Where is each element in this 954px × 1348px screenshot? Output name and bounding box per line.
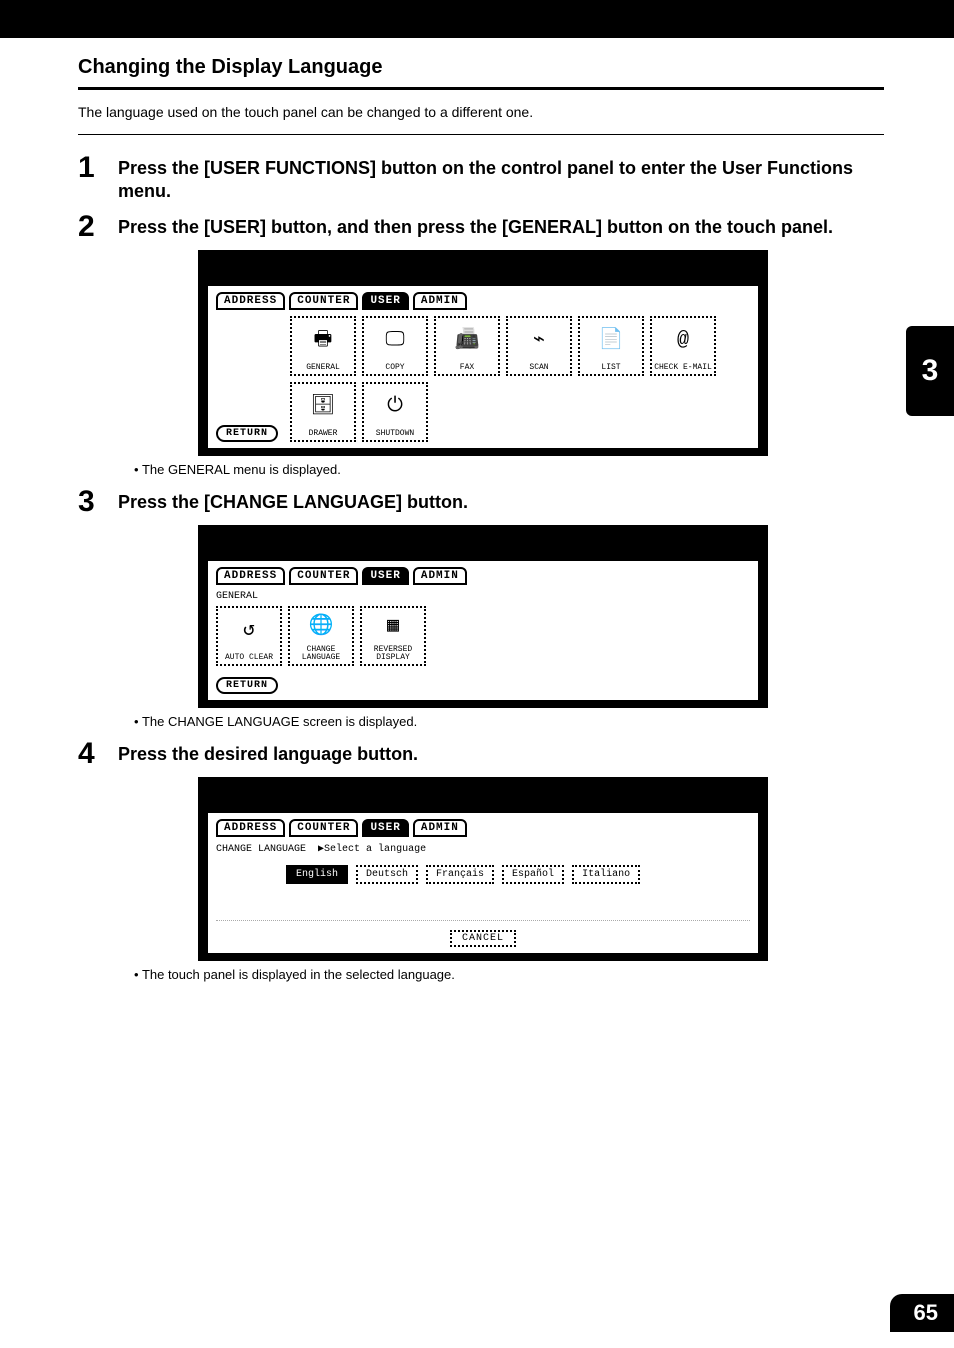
icon-label: AUTO CLEAR [225, 654, 273, 662]
tab-counter[interactable]: COUNTER [289, 567, 358, 585]
tab-row: ADDRESS COUNTER USER ADMIN [216, 567, 750, 585]
icon-label: CHECK E-MAIL [654, 364, 712, 372]
step-number: 3 [78, 487, 118, 517]
step-4: 4 Press the desired language button. [78, 739, 884, 769]
icon-label: LIST [601, 364, 620, 372]
tab-address[interactable]: ADDRESS [216, 567, 285, 585]
reversed-icon: ▦ [387, 608, 399, 646]
step-number: 1 [78, 153, 118, 204]
return-button[interactable]: RETURN [216, 677, 278, 694]
step-3: 3 Press the [CHANGE LANGUAGE] button. [78, 487, 884, 517]
step-number: 4 [78, 739, 118, 769]
screenshot-language-select: ADDRESS COUNTER USER ADMIN CHANGE LANGUA… [198, 777, 884, 961]
return-button[interactable]: RETURN [216, 425, 278, 442]
lang-espanol[interactable]: Español [502, 865, 564, 884]
step-text: Press the [CHANGE LANGUAGE] button. [118, 487, 884, 517]
screenshot-general-menu: ADDRESS COUNTER USER ADMIN GENERAL ↺ AUT… [198, 525, 884, 708]
note-selected-language: The touch panel is displayed in the sele… [134, 967, 884, 982]
tab-user[interactable]: USER [362, 567, 408, 585]
copy-button[interactable]: 🖵 COPY [362, 316, 428, 376]
step-text: Press the [USER FUNCTIONS] button on the… [118, 153, 884, 204]
tab-address[interactable]: ADDRESS [216, 292, 285, 310]
tab-address[interactable]: ADDRESS [216, 819, 285, 837]
tab-admin[interactable]: ADMIN [413, 819, 467, 837]
copy-icon: 🖵 [385, 318, 404, 364]
language-options: English Deutsch Français Español Italian… [286, 865, 750, 884]
auto-clear-icon: ↺ [243, 608, 255, 654]
intro-text: The language used on the touch panel can… [78, 104, 884, 120]
breadcrumb: GENERAL [216, 591, 750, 602]
note-change-language-screen: The CHANGE LANGUAGE screen is displayed. [134, 714, 884, 729]
general-icon: 🖶 [314, 318, 333, 364]
list-button[interactable]: 📄 LIST [578, 316, 644, 376]
step-text: Press the [USER] button, and then press … [118, 212, 884, 242]
cancel-button[interactable]: CANCEL [450, 930, 516, 947]
drawer-button[interactable]: 🗄 DRAWER [290, 382, 356, 442]
icon-label: DRAWER [309, 430, 338, 438]
top-black-bar [0, 0, 954, 38]
list-icon: 📄 [599, 318, 624, 364]
fax-icon: 📠 [455, 318, 480, 364]
tab-admin[interactable]: ADMIN [413, 292, 467, 310]
tab-user[interactable]: USER [362, 819, 408, 837]
breadcrumb: CHANGE LANGUAGE [216, 844, 306, 855]
icon-label: COPY [385, 364, 404, 372]
note-general-menu: The GENERAL menu is displayed. [134, 462, 884, 477]
lang-english[interactable]: English [286, 865, 348, 884]
scan-button[interactable]: ⌁ SCAN [506, 316, 572, 376]
divider-thin [78, 134, 884, 135]
change-language-button[interactable]: 🌐 CHANGE LANGUAGE [288, 606, 354, 666]
tab-user[interactable]: USER [362, 292, 408, 310]
shutdown-icon: ⏻ [387, 384, 403, 430]
lang-francais[interactable]: Français [426, 865, 494, 884]
fax-button[interactable]: 📠 FAX [434, 316, 500, 376]
tab-counter[interactable]: COUNTER [289, 292, 358, 310]
step-1: 1 Press the [USER FUNCTIONS] button on t… [78, 153, 884, 204]
tab-admin[interactable]: ADMIN [413, 567, 467, 585]
tab-counter[interactable]: COUNTER [289, 819, 358, 837]
scan-icon: ⌁ [533, 318, 545, 364]
icon-label: FAX [460, 364, 474, 372]
section-title: Changing the Display Language [78, 56, 884, 79]
page-number: 65 [890, 1294, 954, 1332]
tab-row: ADDRESS COUNTER USER ADMIN [216, 819, 750, 837]
drawer-icon: 🗄 [310, 384, 335, 430]
tab-row: ADDRESS COUNTER USER ADMIN [216, 292, 750, 310]
page-content: Changing the Display Language The langua… [0, 38, 954, 982]
check-email-button[interactable]: @ CHECK E-MAIL [650, 316, 716, 376]
icon-label: GENERAL [306, 364, 340, 372]
breadcrumb-prompt: CHANGE LANGUAGE ▶Select a language [216, 843, 750, 855]
lang-italiano[interactable]: Italiano [572, 865, 640, 884]
reversed-display-button[interactable]: ▦ REVERSED DISPLAY [360, 606, 426, 666]
chapter-tab: 3 [906, 326, 954, 416]
shutdown-button[interactable]: ⏻ SHUTDOWN [362, 382, 428, 442]
divider-thick [78, 87, 884, 90]
step-text: Press the desired language button. [118, 739, 884, 769]
step-2: 2 Press the [USER] button, and then pres… [78, 212, 884, 242]
general-button[interactable]: 🖶 GENERAL [290, 316, 356, 376]
auto-clear-button[interactable]: ↺ AUTO CLEAR [216, 606, 282, 666]
screenshot-user-menu: ADDRESS COUNTER USER ADMIN 🖶 GENERAL 🖵 C… [198, 250, 884, 456]
icon-label: SHUTDOWN [376, 430, 414, 438]
prompt-text: ▶Select a language [318, 844, 426, 855]
lang-deutsch[interactable]: Deutsch [356, 865, 418, 884]
step-number: 2 [78, 212, 118, 242]
globe-icon: 🌐 [309, 608, 334, 646]
icon-label: SCAN [529, 364, 548, 372]
icon-label: CHANGE LANGUAGE [302, 646, 340, 662]
icon-label: REVERSED DISPLAY [374, 646, 412, 662]
email-icon: @ [677, 318, 689, 364]
